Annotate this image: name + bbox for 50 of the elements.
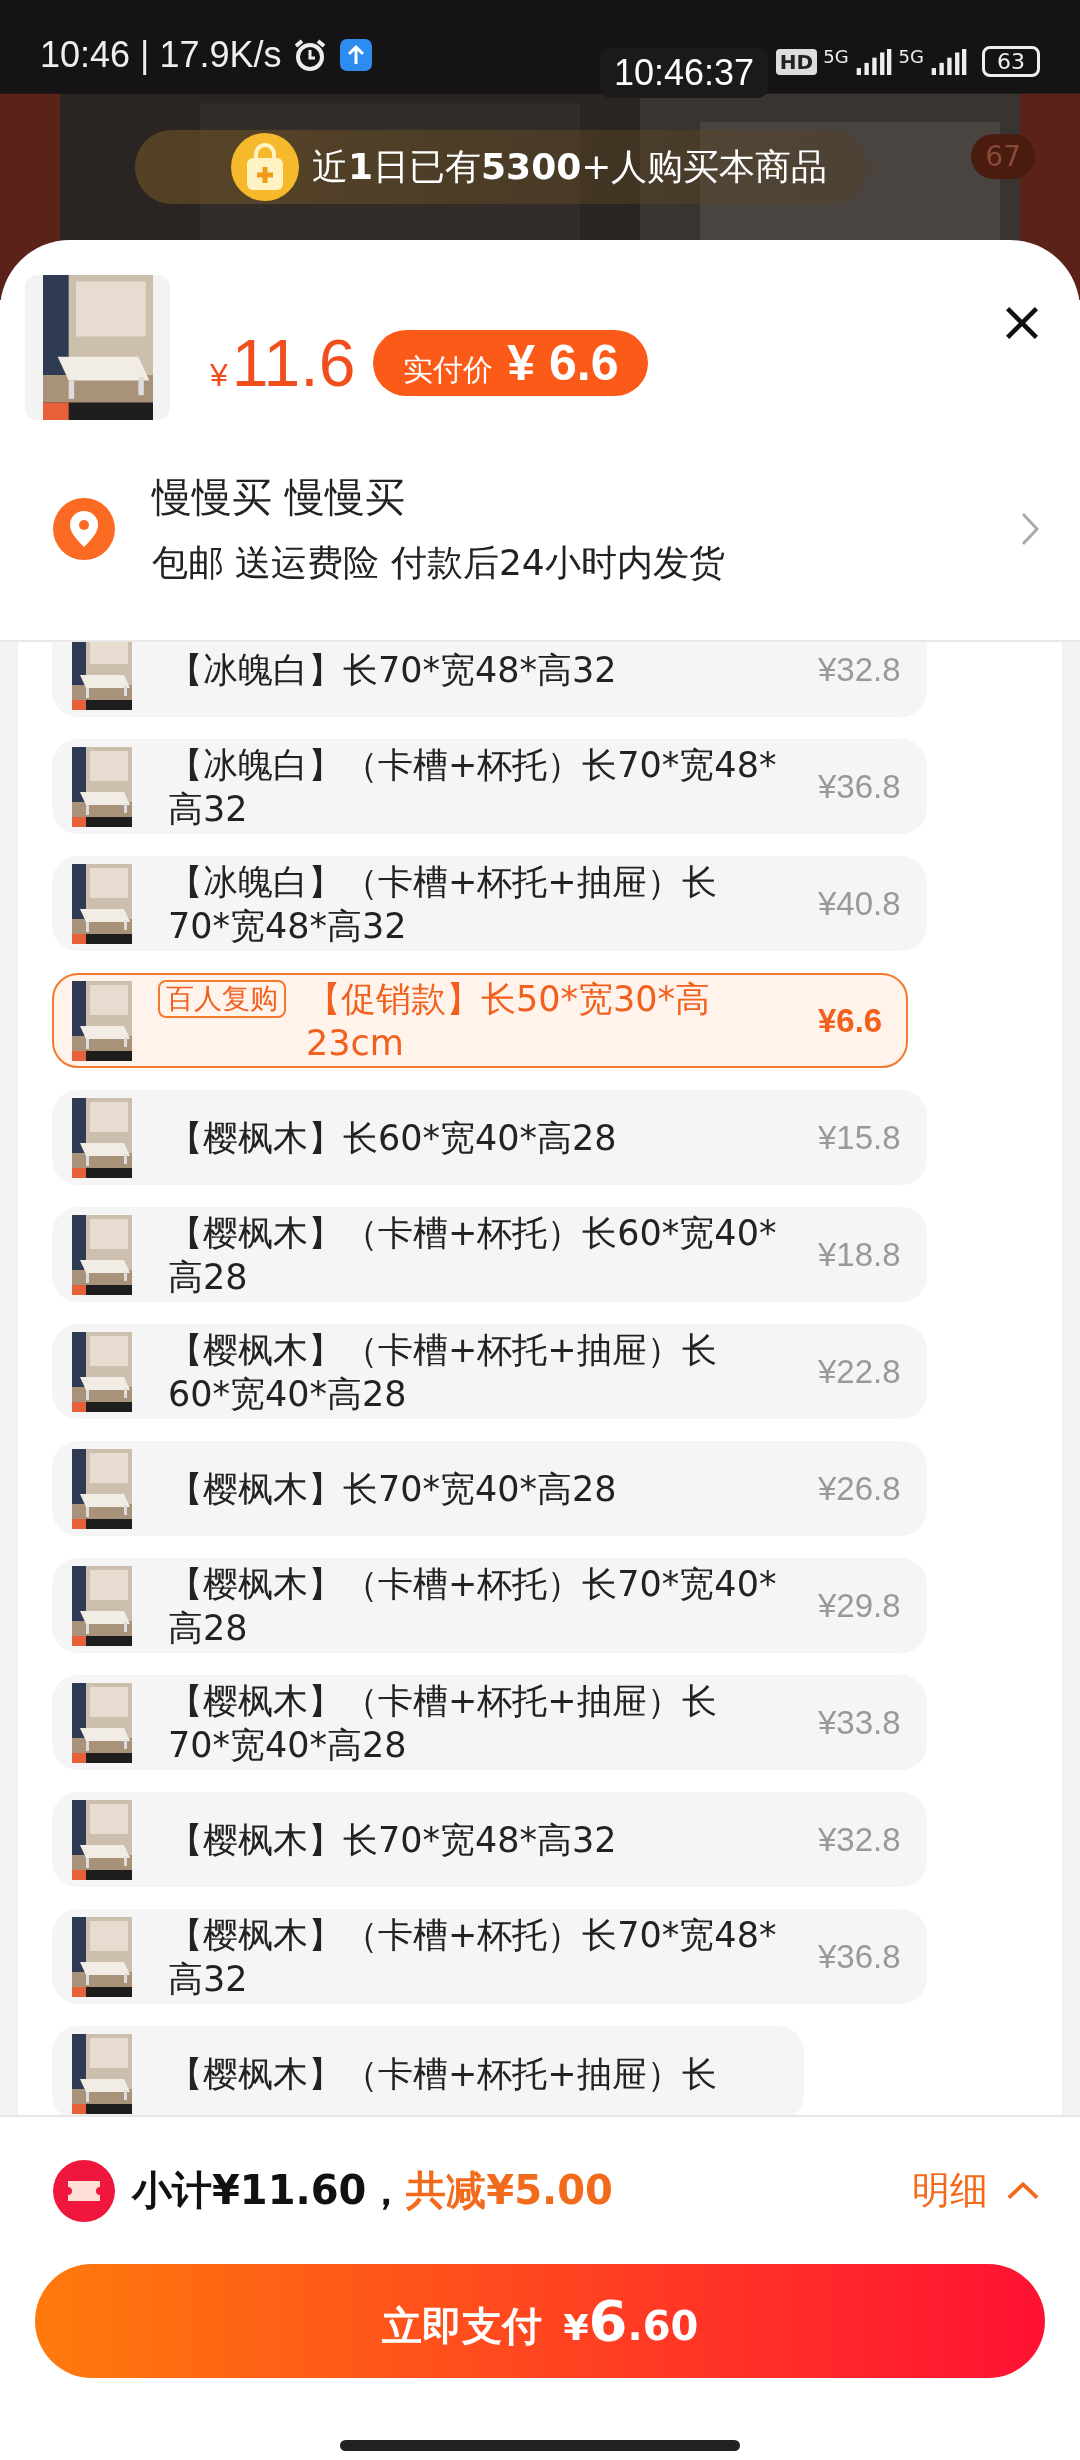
variant-price: ¥22.8 <box>818 1352 901 1391</box>
variant-name: 【促销款】长50*宽30*高23cm <box>306 977 712 1065</box>
variant-name: 【冰魄白】长70*宽48*高32 <box>168 648 618 692</box>
variant-price: ¥15.8 <box>818 1118 901 1157</box>
variant-name: 【冰魄白】（卡槽+杯托+抽屉）长70*宽48*高32 <box>168 860 718 948</box>
variant-option[interactable]: 【樱枫木】（卡槽+杯托+抽屉）长 <box>52 2026 804 2115</box>
variant-option[interactable]: 【樱枫木】（卡槽+杯托+抽屉）长70*宽40*高28 ¥33.8 <box>52 1675 927 1770</box>
variant-price: ¥29.8 <box>818 1586 901 1625</box>
subtotal: 小计¥11.60， <box>132 2166 407 2215</box>
recipient-name: 慢慢买 慢慢买 <box>152 473 406 522</box>
variant-price: ¥32.8 <box>818 1820 901 1859</box>
discount-total: 共减¥5.00 <box>406 2166 613 2215</box>
variant-option[interactable]: 【樱枫木】长70*宽40*高28 ¥26.8 <box>52 1441 927 1536</box>
variant-name: 【樱枫木】（卡槽+杯托+抽屉）长60*宽40*高28 <box>168 1328 718 1416</box>
chevron-right-icon[interactable] <box>1020 511 1040 547</box>
variant-name: 【樱枫木】长60*宽40*高28 <box>168 1116 618 1160</box>
variant-option[interactable]: 【冰魄白】（卡槽+杯托+抽屉）长70*宽48*高32 ¥40.8 <box>52 856 927 951</box>
variant-option[interactable]: 【冰魄白】（卡槽+杯托）长70*宽48*高32 ¥36.8 <box>52 739 927 834</box>
variant-price: ¥40.8 <box>818 884 901 923</box>
variant-price: ¥32.8 <box>818 650 901 689</box>
variant-price: ¥36.8 <box>818 767 901 806</box>
variant-option[interactable]: 【冰魄白】长70*宽48*高32 ¥32.8 <box>52 642 927 717</box>
close-icon[interactable] <box>1004 304 1040 341</box>
pay-now-button[interactable]: 立即支付 ¥6.60 <box>35 2264 1045 2378</box>
actual-price-badge: 实付价 ¥ 6.6 <box>373 329 649 396</box>
variant-option[interactable]: 【樱枫木】（卡槽+杯托）长70*宽48*高32 ¥36.8 <box>52 1909 927 2004</box>
variant-name: 【樱枫木】（卡槽+杯托）长60*宽40*高28 <box>168 1211 778 1299</box>
coupon-icon <box>52 2158 116 2223</box>
variant-price: ¥26.8 <box>818 1469 901 1508</box>
variant-price: ¥33.8 <box>818 1703 901 1742</box>
repurchase-tag: 百人复购 <box>158 979 286 1018</box>
chevron-up-icon <box>1006 2180 1040 2201</box>
variant-name: 【樱枫木】（卡槽+杯托+抽屉）长 <box>168 2052 718 2096</box>
variant-name: 【樱枫木】（卡槽+杯托+抽屉）长70*宽40*高28 <box>168 1679 718 1767</box>
variant-option[interactable]: 【樱枫木】长60*宽40*高28 ¥15.8 <box>52 1090 927 1185</box>
variant-name: 【樱枫木】长70*宽40*高28 <box>168 1467 618 1511</box>
shipping-info: 包邮 送运费险 付款后24小时内发货 <box>152 541 725 585</box>
variant-option[interactable]: 【樱枫木】（卡槽+杯托）长70*宽40*高28 ¥29.8 <box>52 1558 927 1653</box>
variant-price: ¥18.8 <box>818 1235 901 1274</box>
variant-option[interactable]: 【樱枫木】长70*宽48*高32 ¥32.8 <box>52 1792 927 1887</box>
variant-price: ¥6.6 <box>818 1001 883 1040</box>
variant-name: 【樱枫木】（卡槽+杯托）长70*宽40*高28 <box>168 1562 778 1650</box>
location-pin-icon <box>52 497 116 561</box>
variant-option[interactable]: 【樱枫木】（卡槽+杯托+抽屉）长60*宽40*高28 ¥22.8 <box>52 1324 927 1419</box>
original-price: ¥11.6 <box>210 324 356 401</box>
variant-name: 【冰魄白】（卡槽+杯托）长70*宽48*高32 <box>168 743 778 831</box>
variant-option[interactable]: 【樱枫木】（卡槽+杯托）长60*宽40*高28 ¥18.8 <box>52 1207 927 1302</box>
variant-name: 【樱枫木】长70*宽48*高32 <box>168 1818 618 1862</box>
variant-price: ¥36.8 <box>818 1937 901 1976</box>
variant-name: 【樱枫木】（卡槽+杯托）长70*宽48*高32 <box>168 1913 778 2001</box>
